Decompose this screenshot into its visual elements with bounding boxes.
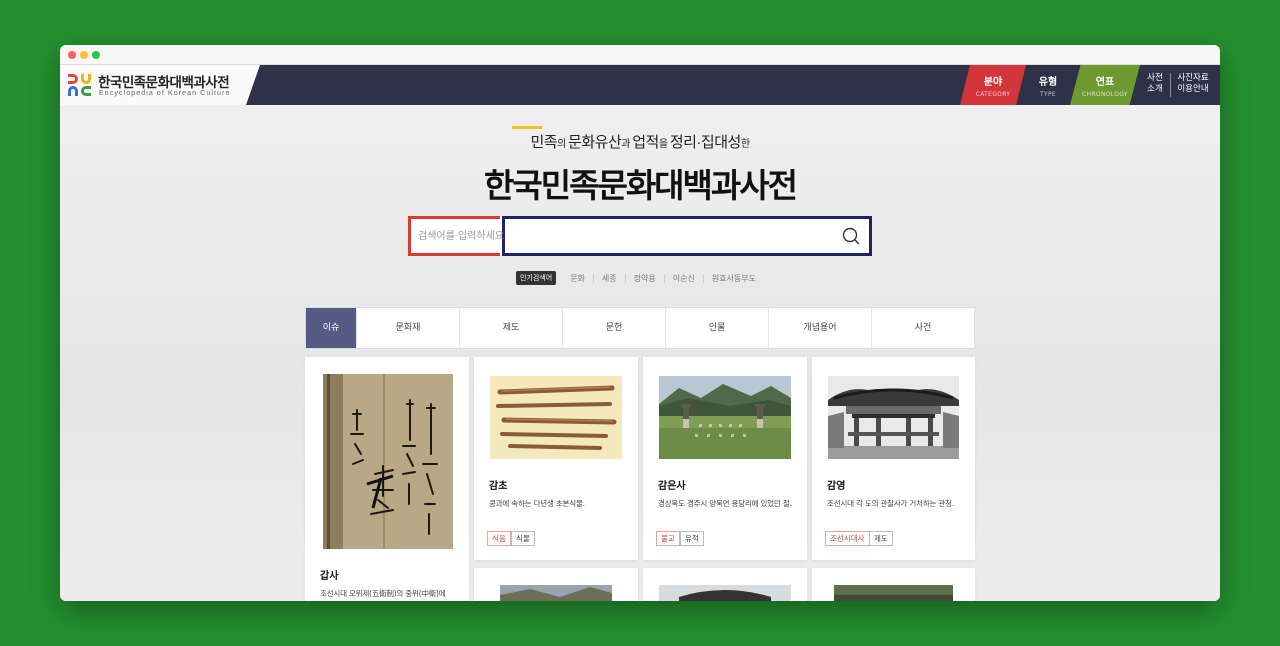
card-tag[interactable]: 식물 — [511, 531, 535, 546]
card-image — [834, 585, 953, 601]
nav-type-sublabel: TYPE — [1040, 91, 1056, 98]
tagline-part: 문화유산 — [568, 134, 622, 151]
tab-concept[interactable]: 개념용어 — [768, 308, 871, 348]
article-card[interactable] — [643, 568, 807, 601]
tab-person[interactable]: 인물 — [665, 308, 768, 348]
article-card[interactable]: 감영 조선시대 각 도의 관찰사가 거처하는 관청. 조선시대사 제도 — [812, 357, 975, 560]
card-image — [500, 585, 612, 601]
tab-issue[interactable]: 이슈 — [306, 308, 356, 348]
nav-about-link[interactable]: 사전 소개 — [1142, 73, 1168, 95]
search-box — [408, 216, 872, 256]
nav-guide-line1: 사진자료 — [1177, 73, 1209, 83]
card-tag[interactable]: 불교 — [656, 531, 680, 546]
card-title: 감초 — [489, 481, 508, 492]
tagline-part: 민족 — [530, 134, 558, 151]
tagline-part: 업적 — [632, 134, 659, 151]
category-tabs: 이슈 문화재 제도 문헌 인물 개념용어 사건 — [305, 307, 975, 349]
article-card[interactable]: 감은사 경상북도 경주시 양북면 용당리에 있었던 절. 불교 유적 — [643, 357, 807, 560]
logo-subtitle: Encyclopedia of Korean Culture — [99, 90, 231, 97]
hero-accent-bar — [512, 126, 542, 129]
search-icon[interactable] — [842, 227, 860, 245]
article-card[interactable]: 갑사 조선시대 오위제(五衛制)의 중위(中衛)에 — [305, 357, 469, 601]
nav-type-label: 유형 — [1038, 77, 1058, 88]
window-titlebar — [60, 45, 1220, 65]
nav-chronology[interactable]: 연표 CHRONOLOGY — [1070, 65, 1140, 105]
nav-about-line2: 소개 — [1147, 84, 1163, 94]
card-title: 감은사 — [658, 481, 686, 492]
card-image — [828, 376, 959, 459]
popular-searches-badge: 인기검색어 — [515, 271, 557, 285]
tagline-part: 정리·집대성 — [669, 134, 742, 151]
card-description: 경상북도 경주시 양북면 용당리에 있었던 절. — [658, 499, 792, 508]
nav-chronology-sublabel: CHRONOLOGY — [1082, 91, 1128, 98]
card-description: 조선시대 각 도의 관찰사가 거처하는 관청. — [827, 499, 955, 508]
nav-photo-guide-link[interactable]: 사진자료 이용안내 — [1174, 73, 1212, 95]
nav-divider — [1170, 73, 1171, 97]
card-description: 콩과에 속하는 다년생 초본식물. — [489, 499, 585, 508]
site-header: 한국민족문화대백과사전 Encyclopedia of Korean Cultu… — [60, 65, 1220, 105]
hero-title: 한국민족문화대백과사전 — [484, 167, 798, 204]
article-card[interactable] — [474, 568, 638, 601]
tagline-part: 한 — [740, 139, 750, 150]
card-tag[interactable]: 제도 — [869, 531, 893, 546]
tagline-part: 을 — [658, 139, 670, 150]
nav-category-label: 분야 — [983, 77, 1003, 88]
nav-about-line1: 사전 — [1147, 73, 1163, 83]
card-description: 조선시대 오위제(五衛制)의 중위(中衛)에 — [320, 589, 446, 598]
card-image — [659, 376, 791, 459]
card-title: 감영 — [827, 481, 846, 492]
minimize-window-button[interactable] — [80, 51, 88, 59]
card-image — [323, 374, 453, 549]
tagline-part: 의 — [557, 139, 569, 150]
search-input[interactable] — [418, 225, 818, 247]
card-tag[interactable]: 식음 — [487, 531, 511, 546]
hero-tagline: 민족의 문화유산과 업적을 정리·집대성한 — [60, 131, 1220, 152]
tab-cultural-heritage[interactable]: 문화재 — [356, 308, 459, 348]
card-tag[interactable]: 유적 — [680, 531, 704, 546]
tab-event[interactable]: 사건 — [871, 308, 974, 348]
card-title: 갑사 — [320, 571, 339, 582]
article-card[interactable]: 감초 콩과에 속하는 다년생 초본식물. 식음 식물 — [474, 357, 638, 560]
tab-literature[interactable]: 문헌 — [562, 308, 665, 348]
nav-type[interactable]: 유형 TYPE — [1015, 65, 1081, 105]
tab-institution[interactable]: 제도 — [459, 308, 562, 348]
nav-guide-line2: 이용안내 — [1177, 84, 1209, 94]
popular-search-item[interactable]: 원효사동부도 — [702, 273, 764, 283]
article-card[interactable] — [812, 568, 975, 601]
card-image — [490, 376, 622, 459]
popular-searches: 인기검색어 문화 세종 정약용 이순신 원효사동부도 — [60, 271, 1220, 285]
card-image — [659, 585, 791, 601]
logo-title: 한국민족문화대백과사전 — [98, 75, 230, 90]
logo-mark-icon — [68, 74, 92, 96]
site-logo[interactable]: 한국민족문화대백과사전 Encyclopedia of Korean Cultu… — [60, 65, 260, 105]
page-content: 한국민족문화대백과사전 Encyclopedia of Korean Cultu… — [60, 65, 1220, 601]
nav-chronology-label: 연표 — [1095, 77, 1115, 88]
browser-window: 한국민족문화대백과사전 Encyclopedia of Korean Cultu… — [60, 45, 1220, 601]
maximize-window-button[interactable] — [92, 51, 100, 59]
popular-search-item[interactable]: 세종 — [592, 273, 625, 283]
nav-category-sublabel: CATEGORY — [975, 91, 1011, 98]
card-tag[interactable]: 조선시대사 — [825, 531, 870, 546]
popular-search-item[interactable]: 문화 — [562, 274, 593, 283]
tagline-part: 과 — [621, 139, 633, 150]
popular-search-item[interactable]: 정약용 — [624, 273, 664, 283]
close-window-button[interactable] — [68, 51, 76, 59]
nav-category[interactable]: 분야 CATEGORY — [960, 65, 1026, 105]
popular-search-item[interactable]: 이순신 — [663, 273, 703, 283]
